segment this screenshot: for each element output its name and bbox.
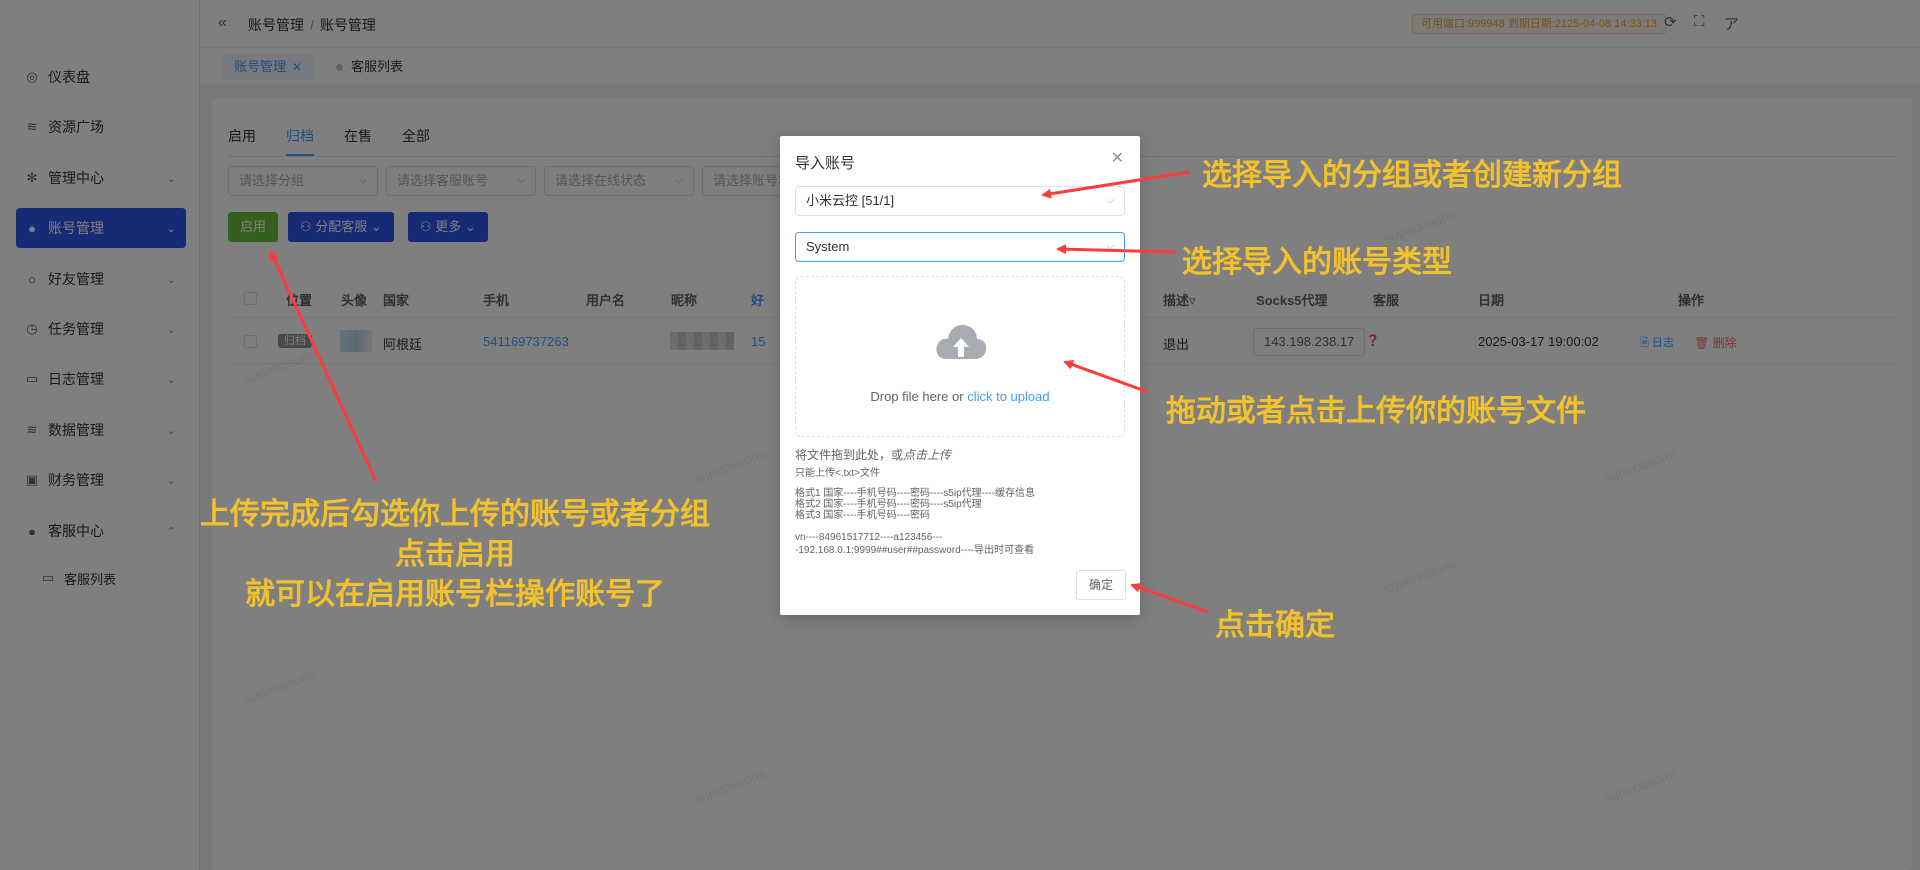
annotation-upload: 拖动或者点击上传你的账号文件 [1166,394,1586,429]
arrow-to-confirm [1130,582,1209,614]
arrow-to-upload [1063,360,1149,394]
arrow-to-group-select [1041,170,1191,199]
annotation-arrows [269,170,1209,614]
annotation-group: 选择导入的分组或者创建新分组 [1202,158,1622,193]
arrow-to-type-select [1056,244,1176,255]
annotation-type: 选择导入的账号类型 [1182,245,1452,280]
annotation-confirm: 点击确定 [1215,608,1335,643]
annotation-enable: 上传完成后勾选你上传的账号或者分组 点击启用 就可以在启用账号栏操作账号了 [200,497,710,612]
arrow-to-enable [269,250,378,482]
